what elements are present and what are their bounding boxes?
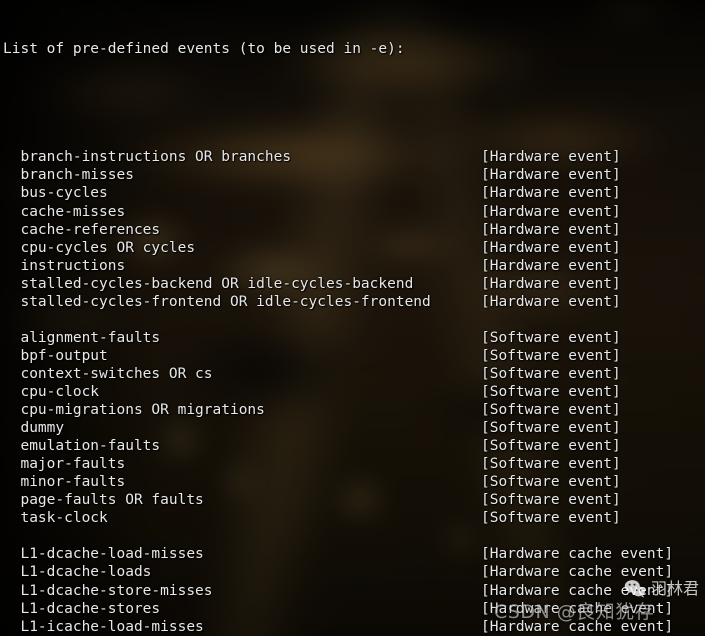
event-name: stalled-cycles-backend OR idle-cycles-ba…: [3, 275, 414, 292]
event-name: bus-cycles: [3, 185, 108, 202]
event-name: bpf-output: [3, 347, 108, 364]
event-row: branch-misses [Hardware event]: [3, 166, 705, 184]
event-name: cache-misses: [3, 203, 126, 220]
event-kind: [Hardware cache event]: [481, 546, 674, 563]
event-kind: [Hardware cache event]: [481, 618, 674, 635]
event-kind: [Hardware event]: [481, 257, 621, 274]
event-row: cpu-migrations OR migrations [Software ev…: [3, 401, 705, 419]
event-kind: [Software event]: [481, 365, 621, 382]
event-kind: [Hardware cache event]: [481, 564, 674, 581]
event-kind: [Software event]: [481, 510, 621, 527]
event-kind: [Software event]: [481, 492, 621, 509]
event-name: L1-dcache-loads: [3, 564, 152, 581]
event-row: cpu-cycles OR cycles [Hardware event]: [3, 239, 705, 257]
event-name: instructions: [3, 257, 126, 274]
event-kind: [Software event]: [481, 383, 621, 400]
event-row: bus-cycles [Hardware event]: [3, 184, 705, 202]
event-name: L1-dcache-stores: [3, 600, 161, 617]
event-kind: [Software event]: [481, 329, 621, 346]
event-row: stalled-cycles-frontend OR idle-cycles-f…: [3, 293, 705, 311]
event-name: context-switches OR cs: [3, 365, 213, 382]
event-name: L1-dcache-store-misses: [3, 582, 213, 599]
event-kind: [Hardware event]: [481, 221, 621, 238]
event-name: stalled-cycles-frontend OR idle-cycles-f…: [3, 293, 431, 310]
event-row: cpu-clock [Software event]: [3, 383, 705, 401]
event-kind: [Hardware event]: [481, 203, 621, 220]
event-name: minor-faults: [3, 474, 126, 491]
event-name: branch-misses: [3, 167, 134, 184]
event-row: L1-dcache-store-misses [Hardware cache ev…: [3, 582, 705, 600]
output-title: List of pre-defined events (to be used i…: [3, 41, 405, 58]
event-row: alignment-faults [Software event]: [3, 329, 705, 347]
event-kind: [Software event]: [481, 347, 621, 364]
event-row: cache-references [Hardware event]: [3, 221, 705, 239]
event-name: L1-icache-load-misses: [3, 618, 204, 635]
event-name: branch-instructions OR branches: [3, 149, 292, 166]
event-name: cpu-clock: [3, 383, 100, 400]
event-row: cache-misses [Hardware event]: [3, 203, 705, 221]
event-kind: [Software event]: [481, 402, 621, 419]
event-kind: [Hardware event]: [481, 149, 621, 166]
event-kind: [Software event]: [481, 420, 621, 437]
event-kind: [Software event]: [481, 438, 621, 455]
event-name: task-clock: [3, 510, 108, 527]
event-row: emulation-faults [Software event]: [3, 437, 705, 455]
event-name: dummy: [3, 420, 65, 437]
event-name: cpu-migrations OR migrations: [3, 402, 265, 419]
event-row: context-switches OR cs [Software event]: [3, 365, 705, 383]
event-row: L1-dcache-load-misses [Hardware cache eve…: [3, 545, 705, 563]
event-row: L1-icache-load-misses [Hardware cache eve…: [3, 618, 705, 636]
event-row: bpf-output [Software event]: [3, 347, 705, 365]
event-kind: [Hardware event]: [481, 239, 621, 256]
event-row: major-faults [Software event]: [3, 455, 705, 473]
event-name: cpu-cycles OR cycles: [3, 239, 196, 256]
event-name: major-faults: [3, 456, 126, 473]
event-row: minor-faults [Software event]: [3, 473, 705, 491]
event-kind: [Hardware event]: [481, 275, 621, 292]
event-kind: [Software event]: [481, 474, 621, 491]
terminal-window: List of pre-defined events (to be used i…: [0, 0, 705, 636]
event-row: stalled-cycles-backend OR idle-cycles-ba…: [3, 275, 705, 293]
event-row: instructions [Hardware event]: [3, 257, 705, 275]
event-kind: [Hardware event]: [481, 167, 621, 184]
event-row: page-faults OR faults [Software event]: [3, 491, 705, 509]
event-name: alignment-faults: [3, 329, 161, 346]
event-name: cache-references: [3, 221, 161, 238]
event-kind: [Software event]: [481, 456, 621, 473]
event-kind: [Hardware event]: [481, 293, 621, 310]
event-kind: [Hardware event]: [481, 185, 621, 202]
event-name: page-faults OR faults: [3, 492, 204, 509]
event-row: dummy [Software event]: [3, 419, 705, 437]
event-kind: [Hardware cache event]: [481, 600, 674, 617]
event-kind: [Hardware cache event]: [481, 582, 674, 599]
event-row: task-clock [Software event]: [3, 509, 705, 527]
terminal-output[interactable]: List of pre-defined events (to be used i…: [0, 0, 705, 636]
event-name: L1-dcache-load-misses: [3, 546, 204, 563]
event-row: L1-dcache-stores [Hardware cache event]: [3, 600, 705, 618]
event-name: emulation-faults: [3, 438, 161, 455]
event-row: L1-dcache-loads [Hardware cache event]: [3, 563, 705, 581]
event-row: branch-instructions OR branches [Hardware…: [3, 148, 705, 166]
event-groups: branch-instructions OR branches [Hardware…: [3, 148, 705, 636]
